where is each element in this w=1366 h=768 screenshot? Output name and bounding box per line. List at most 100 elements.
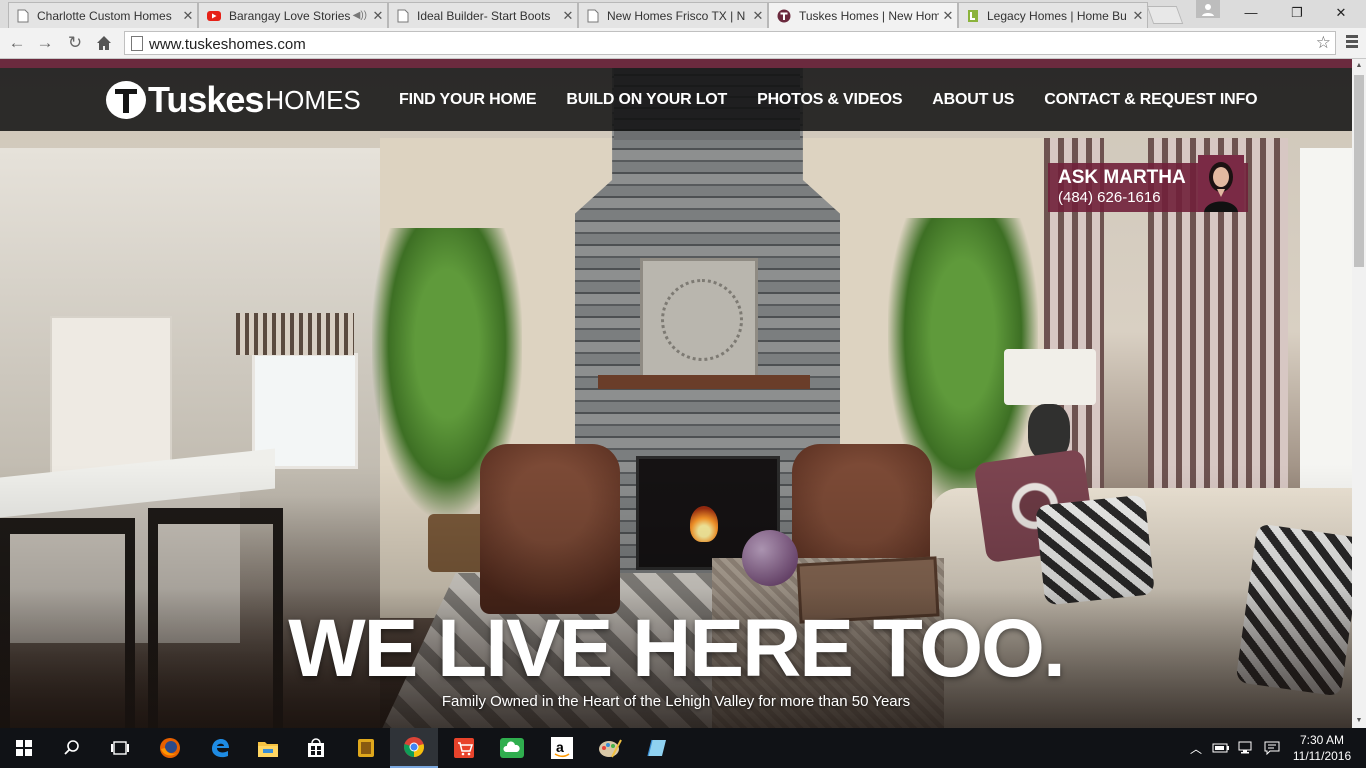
page-icon: [397, 9, 409, 22]
store-icon: [308, 738, 324, 757]
app-button[interactable]: [342, 728, 390, 768]
shopping-button[interactable]: [440, 728, 488, 768]
firefox-button[interactable]: [146, 728, 194, 768]
chrome-icon: [404, 737, 424, 757]
battery-icon[interactable]: [1212, 742, 1230, 754]
file-explorer-icon: [258, 742, 278, 757]
tab-title: Legacy Homes | Home Bu: [987, 8, 1127, 23]
cloud-button[interactable]: [488, 728, 536, 768]
hero-headline: WE LIVE HERE TOO.: [288, 603, 1065, 694]
tab-title: Tuskes Homes | New Hom: [799, 8, 939, 23]
nav-photos-videos[interactable]: PHOTOS & VIDEOS: [757, 91, 902, 109]
svg-text:a: a: [556, 739, 564, 755]
tab-title: New Homes Frisco TX | N: [607, 8, 746, 23]
hero-subheadline: Family Owned in the Heart of the Lehigh …: [441, 693, 911, 710]
amazon-icon: a: [551, 737, 573, 759]
back-button[interactable]: ←: [6, 33, 28, 53]
forward-button[interactable]: →: [34, 33, 56, 53]
taskbar-clock[interactable]: 7:30 AM 11/11/2016: [1290, 732, 1354, 764]
tab-title: Charlotte Custom Homes: [37, 8, 172, 23]
tuskes-icon: [777, 9, 791, 22]
martha-avatar: [1198, 155, 1244, 212]
restore-button[interactable]: ❐: [1274, 0, 1320, 26]
main-nav: FIND YOUR HOME BUILD ON YOUR LOT PHOTOS …: [399, 68, 1287, 131]
home-button[interactable]: [93, 33, 115, 53]
nav-build-on-your-lot[interactable]: BUILD ON YOUR LOT: [566, 91, 727, 109]
logo-wordmark: Tuskes: [148, 79, 264, 120]
youtube-icon: [207, 10, 221, 21]
notes-button[interactable]: [634, 728, 682, 768]
ask-martha-phone[interactable]: (484) 626-1616: [1058, 189, 1161, 206]
tab-title: Ideal Builder- Start Boots: [417, 8, 551, 23]
accent-stripe: [0, 59, 1352, 68]
logo-mark-icon: [106, 81, 146, 119]
logo-homes-text: HOMES: [265, 85, 361, 115]
tab-frisco[interactable]: New Homes Frisco TX | N ✕: [578, 2, 768, 28]
ask-martha-badge[interactable]: ASK MARTHA (484) 626-1616: [1048, 155, 1248, 212]
shopping-icon: [454, 738, 474, 758]
close-icon[interactable]: ✕: [939, 8, 957, 24]
chrome-button[interactable]: [390, 728, 438, 768]
edge-button[interactable]: [196, 728, 244, 768]
new-tab-button[interactable]: [1146, 6, 1184, 24]
file-explorer-button[interactable]: [244, 728, 292, 768]
search-icon: [64, 740, 79, 755]
reload-button[interactable]: ↻: [64, 33, 86, 53]
paint-button[interactable]: [586, 728, 634, 768]
search-button[interactable]: [48, 728, 96, 768]
tab-title: Barangay Love Stories: [229, 8, 351, 23]
task-view-button[interactable]: [96, 728, 144, 768]
chevron-up-icon[interactable]: ︿: [1190, 740, 1202, 757]
close-icon[interactable]: ✕: [179, 8, 197, 24]
address-bar[interactable]: ☆: [124, 31, 1336, 55]
start-icon: [16, 740, 32, 756]
page-icon: [587, 9, 599, 22]
home-icon: [97, 36, 111, 50]
clock-time: 7:30 AM: [1299, 733, 1345, 747]
close-window-button[interactable]: ✕: [1318, 0, 1364, 26]
page-icon: [17, 9, 29, 22]
close-icon[interactable]: ✕: [369, 8, 387, 24]
tab-legacy[interactable]: Legacy Homes | Home Bu ✕: [958, 2, 1148, 28]
site-navbar: Tuskes HOMES FIND YOUR HOME BUILD ON YOU…: [0, 68, 1352, 131]
ask-martha-label: ASK MARTHA: [1058, 167, 1186, 188]
close-icon[interactable]: ✕: [559, 8, 577, 24]
nav-find-your-home[interactable]: FIND YOUR HOME: [399, 91, 537, 109]
windows-taskbar: a ︿ 7:30 AM 11/11/2016: [0, 728, 1366, 768]
task-view-icon: [111, 741, 129, 755]
tab-ideal-builder[interactable]: Ideal Builder- Start Boots ✕: [388, 2, 578, 28]
network-icon[interactable]: [1238, 741, 1256, 755]
nav-about-us[interactable]: ABOUT US: [932, 91, 1014, 109]
cloud-icon: [500, 738, 524, 758]
close-icon[interactable]: ✕: [749, 8, 767, 24]
profile-icon[interactable]: [1196, 0, 1220, 18]
speaker-icon[interactable]: ◀)): [353, 10, 367, 21]
browser-toolbar: ← → ↻ ☆: [0, 28, 1366, 59]
notifications-icon[interactable]: [1264, 741, 1280, 755]
scroll-down-icon[interactable]: ▼: [1352, 714, 1366, 728]
nav-contact-request-info[interactable]: CONTACT & REQUEST INFO: [1044, 91, 1257, 109]
scroll-thumb[interactable]: [1354, 75, 1364, 267]
store-button[interactable]: [292, 728, 340, 768]
url-input[interactable]: [147, 34, 1301, 54]
tab-barangay[interactable]: Barangay Love Stories ◀)) ✕: [198, 2, 388, 28]
notes-icon: [647, 739, 666, 757]
close-icon[interactable]: ✕: [1129, 8, 1147, 24]
page-icon: [131, 36, 143, 51]
paint-icon: [599, 739, 622, 758]
page-scrollbar[interactable]: ▲ ▼: [1352, 59, 1366, 728]
edge-icon: [212, 739, 229, 758]
legacy-icon: [968, 9, 978, 22]
firefox-icon: [160, 738, 180, 758]
tab-charlotte[interactable]: Charlotte Custom Homes ✕: [8, 2, 198, 28]
tab-strip: Charlotte Custom Homes ✕ Barangay Love S…: [0, 0, 1366, 28]
minimize-button[interactable]: —: [1228, 0, 1274, 26]
start-button[interactable]: [0, 728, 48, 768]
scroll-up-icon[interactable]: ▲: [1352, 59, 1366, 73]
tuskes-logo[interactable]: Tuskes HOMES: [106, 80, 361, 120]
bookmark-star-icon[interactable]: ☆: [1316, 33, 1331, 53]
app-icon: [358, 739, 374, 757]
amazon-button[interactable]: a: [538, 728, 586, 768]
tab-tuskes[interactable]: Tuskes Homes | New Hom ✕: [768, 2, 958, 28]
chrome-menu-icon[interactable]: [1342, 33, 1358, 53]
